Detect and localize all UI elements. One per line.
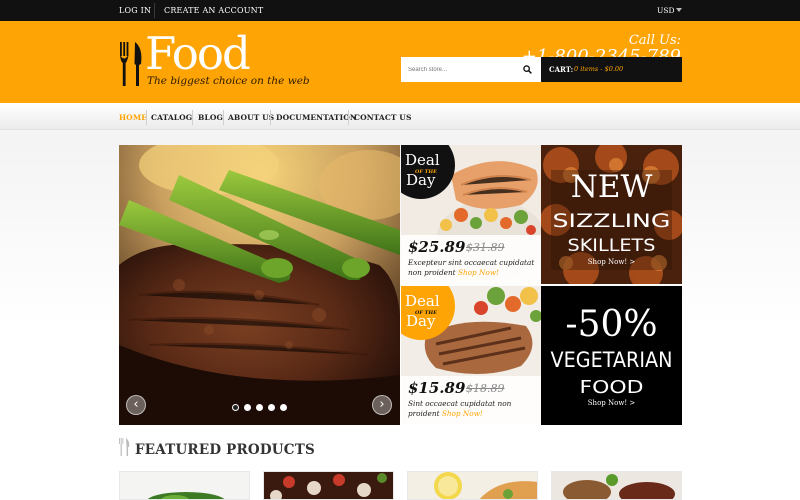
slider-dot[interactable] [232, 404, 239, 411]
steak-photo [119, 145, 400, 425]
promo-shop-now-link[interactable]: Shop Now! > [541, 399, 682, 407]
nav-item-home[interactable]: HOME [119, 113, 147, 122]
fork-knife-icon [119, 438, 130, 456]
nav-divider [270, 110, 271, 125]
slider-dot[interactable] [244, 404, 251, 411]
nav-divider [348, 110, 349, 125]
promo-subhead: VEGETARIAN [551, 348, 673, 372]
promo-subhead: FOOD [580, 377, 644, 398]
promo-banner-skillets[interactable]: NEW SIZZLING SKILLETS Shop Now! > [541, 145, 682, 284]
deal-price: $15.89 [408, 379, 466, 397]
slider-dot[interactable] [256, 404, 263, 411]
slider-dot[interactable] [280, 404, 287, 411]
deal-badge-word: Deal [405, 292, 440, 310]
deal-info: $25.89 $31.89 Excepteur sint occaecat cu… [401, 235, 541, 284]
product-image [408, 472, 537, 499]
product-card[interactable] [263, 471, 394, 500]
logo-wordmark[interactable]: Food [145, 31, 251, 76]
deal-badge-word: Day [406, 171, 436, 189]
featured-products-heading: FEATURED PRODUCTS [135, 442, 315, 458]
logo-tagline: The biggest choice on the web [147, 75, 310, 87]
promo-banner-vegetarian[interactable]: -50% VEGETARIAN FOOD Shop Now! > [541, 286, 682, 425]
slider-next-button[interactable]: › [372, 395, 392, 415]
nav-item-documentation[interactable]: DOCUMENTATION [276, 113, 357, 122]
promo-headline: NEW [571, 169, 653, 205]
promo-shop-now-link[interactable]: Shop Now! > [541, 258, 682, 266]
cart-summary: 0 items - $0.00 [574, 65, 624, 73]
cart-label: CART: [549, 65, 574, 74]
deal-old-price: $18.89 [466, 382, 505, 395]
promo-subhead: SKILLETS [568, 236, 656, 256]
product-card[interactable] [551, 471, 682, 500]
promo-subhead: SIZZLING [553, 210, 671, 232]
nav-item-about-us[interactable]: ABOUT US [228, 113, 274, 122]
deal-of-the-day-card[interactable]: Deal OF THE Day $25.89 $31.89 Excepteur … [401, 145, 541, 284]
deal-shop-now-link[interactable]: Shop Now! [442, 409, 483, 418]
nav-item-blog[interactable]: BLOG [198, 113, 223, 122]
cart-button[interactable]: CART: 0 items - $0.00 [541, 57, 682, 82]
chevron-right-icon: › [379, 397, 385, 412]
top-bar: LOG IN CREATE AN ACCOUNT USD [0, 0, 800, 21]
product-image [120, 472, 249, 499]
slider-dot[interactable] [268, 404, 275, 411]
main-nav: HOME CATALOG BLOG ABOUT US DOCUMENTATION… [0, 103, 800, 130]
divider [154, 3, 155, 18]
deal-old-price: $31.89 [466, 241, 505, 254]
nav-item-contact-us[interactable]: CONTACT US [354, 113, 411, 122]
product-card[interactable] [407, 471, 538, 500]
nav-divider [223, 110, 224, 125]
create-account-link[interactable]: CREATE AN ACCOUNT [164, 6, 263, 15]
fork-knife-icon [120, 42, 142, 86]
deal-info: $15.89 $18.89 Sint occaecat cupidatat no… [401, 376, 541, 425]
deal-description: Sint occaecat cupidatat non proident Sho… [408, 399, 538, 419]
slider-prev-button[interactable]: ‹ [126, 395, 146, 415]
nav-divider [146, 110, 147, 125]
deal-description: Excepteur sint occaecat cupidatat non pr… [408, 258, 538, 278]
promo-headline: -50% [565, 304, 657, 345]
deal-of-the-day-card[interactable]: Deal OF THE Day $15.89 $18.89 Sint occae… [401, 286, 541, 425]
hero-slider[interactable] [119, 145, 400, 425]
search-box [401, 57, 541, 82]
nav-divider [192, 110, 193, 125]
search-input[interactable] [401, 57, 521, 82]
nav-item-catalog[interactable]: CATALOG [151, 113, 192, 122]
chevron-left-icon: ‹ [133, 397, 139, 412]
currency-label: USD [657, 6, 675, 15]
currency-selector[interactable]: USD [657, 6, 682, 15]
product-image [552, 472, 681, 499]
product-image [264, 472, 393, 499]
deal-shop-now-link[interactable]: Shop Now! [458, 268, 499, 277]
deal-badge-word: Day [406, 312, 436, 330]
deal-price: $25.89 [408, 238, 466, 256]
product-card[interactable] [119, 471, 250, 500]
deal-badge-word: Deal [405, 151, 440, 169]
search-icon[interactable] [523, 65, 532, 74]
login-link[interactable]: LOG IN [119, 6, 151, 15]
caret-down-icon [676, 8, 682, 12]
